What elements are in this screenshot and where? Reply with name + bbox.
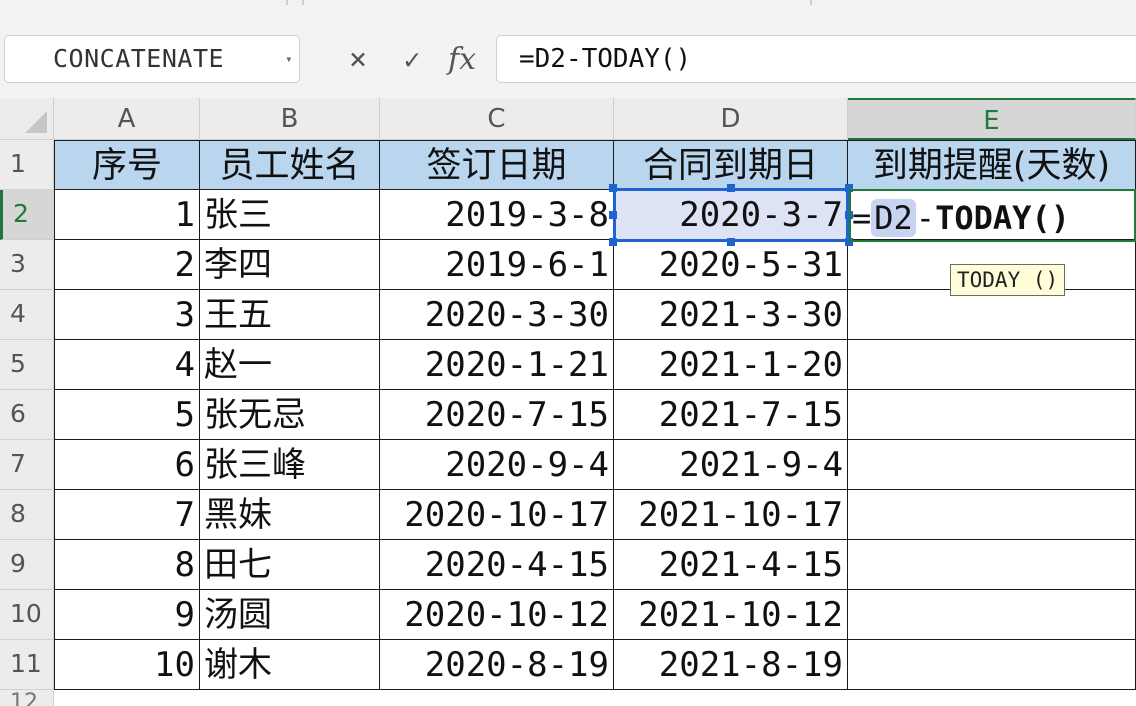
- cell-a8[interactable]: 7: [54, 490, 200, 540]
- header-cell-reminder[interactable]: 到期提醒(天数): [848, 140, 1136, 190]
- cell-d7[interactable]: 2021-9-4: [614, 440, 848, 490]
- reference-handle[interactable]: [609, 184, 617, 192]
- cell-c9[interactable]: 2020-4-15: [380, 540, 614, 590]
- cell-a5[interactable]: 4: [54, 340, 200, 390]
- cell-b9[interactable]: 田七: [200, 540, 380, 590]
- cell-b6[interactable]: 张无忌: [200, 390, 380, 440]
- cell-e8[interactable]: [848, 490, 1136, 540]
- row-header-11[interactable]: 11: [0, 640, 54, 690]
- column-header-e[interactable]: E: [848, 98, 1136, 140]
- cell-edit-formula[interactable]: =D2-TODAY(): [852, 192, 1070, 242]
- cell-d6[interactable]: 2021-7-15: [614, 390, 848, 440]
- cell-e9[interactable]: [848, 540, 1136, 590]
- row-header-4[interactable]: 4: [0, 290, 54, 340]
- cell-d3[interactable]: 2020-5-31: [614, 240, 848, 290]
- ribbon-divider: [810, 0, 812, 5]
- cell-c6[interactable]: 2020-7-15: [380, 390, 614, 440]
- cell-b2[interactable]: 张三: [200, 190, 380, 240]
- cell-e11[interactable]: [848, 640, 1136, 690]
- ribbon-divider: [302, 0, 304, 5]
- formula-function: TODAY(): [935, 199, 1070, 237]
- reference-handle[interactable]: [727, 238, 735, 246]
- row-header-7[interactable]: 7: [0, 440, 54, 490]
- cell-b7[interactable]: 张三峰: [200, 440, 380, 490]
- name-box-value: CONCATENATE: [53, 44, 225, 73]
- caret-down-icon[interactable]: ▾: [285, 36, 293, 82]
- cell-d2[interactable]: 2020-3-7: [614, 190, 848, 240]
- row-header-6[interactable]: 6: [0, 390, 54, 440]
- cell-c10[interactable]: 2020-10-12: [380, 590, 614, 640]
- cell-a6[interactable]: 5: [54, 390, 200, 440]
- select-all-corner[interactable]: [0, 98, 54, 140]
- cell-c2[interactable]: 2019-3-8: [380, 190, 614, 240]
- select-all-icon: [25, 111, 47, 133]
- name-box[interactable]: CONCATENATE ▾: [4, 35, 300, 83]
- cell-a4[interactable]: 3: [54, 290, 200, 340]
- cell-b10[interactable]: 汤圆: [200, 590, 380, 640]
- cell-b5[interactable]: 赵一: [200, 340, 380, 390]
- column-header-b[interactable]: B: [200, 98, 380, 140]
- reference-handle[interactable]: [609, 211, 617, 219]
- cell-e7[interactable]: [848, 440, 1136, 490]
- row-header-12[interactable]: 12: [0, 690, 54, 706]
- column-header-c[interactable]: C: [380, 98, 614, 140]
- cell-c5[interactable]: 2020-1-21: [380, 340, 614, 390]
- cell-e5[interactable]: [848, 340, 1136, 390]
- header-cell-name[interactable]: 员工姓名: [200, 140, 380, 190]
- reference-handle[interactable]: [609, 238, 617, 246]
- header-cell-no[interactable]: 序号: [54, 140, 200, 190]
- formula-reference-d2: D2: [871, 199, 916, 237]
- header-cell-due-date[interactable]: 合同到期日: [614, 140, 848, 190]
- formula-bar: CONCATENATE ▾ × ✓ fx =D2-TODAY(): [0, 12, 1136, 98]
- cell-a10[interactable]: 9: [54, 590, 200, 640]
- reference-handle[interactable]: [845, 184, 853, 192]
- row-header-1[interactable]: 1: [0, 140, 54, 190]
- ribbon-divider: [286, 0, 288, 5]
- header-cell-sign-date[interactable]: 签订日期: [380, 140, 614, 190]
- cell-e6[interactable]: [848, 390, 1136, 440]
- cell-c7[interactable]: 2020-9-4: [380, 440, 614, 490]
- cell-d4[interactable]: 2021-3-30: [614, 290, 848, 340]
- spreadsheet-grid[interactable]: A B C D E 1 2 3 4 5 6 7 8 9 10 11 序号 员工姓…: [0, 98, 1136, 706]
- cell-d11[interactable]: 2021-8-19: [614, 640, 848, 690]
- insert-function-icon[interactable]: fx: [440, 42, 484, 78]
- cell-d10[interactable]: 2021-10-12: [614, 590, 848, 640]
- cell-c11[interactable]: 2020-8-19: [380, 640, 614, 690]
- cell-a7[interactable]: 6: [54, 440, 200, 490]
- cell-a11[interactable]: 10: [54, 640, 200, 690]
- row-header-9[interactable]: 9: [0, 540, 54, 590]
- cell-a9[interactable]: 8: [54, 540, 200, 590]
- column-header-d[interactable]: D: [614, 98, 848, 140]
- formula-input[interactable]: =D2-TODAY(): [496, 35, 1136, 83]
- formula-operator: -: [915, 199, 936, 237]
- function-tooltip[interactable]: TODAY (): [950, 264, 1066, 296]
- enter-icon[interactable]: ✓: [394, 42, 430, 78]
- cell-d9[interactable]: 2021-4-15: [614, 540, 848, 590]
- column-header-a[interactable]: A: [54, 98, 200, 140]
- cell-b3[interactable]: 李四: [200, 240, 380, 290]
- row-header-3[interactable]: 3: [0, 240, 54, 290]
- cell-c8[interactable]: 2020-10-17: [380, 490, 614, 540]
- cell-b11[interactable]: 谢木: [200, 640, 380, 690]
- cell-a3[interactable]: 2: [54, 240, 200, 290]
- cell-a2[interactable]: 1: [54, 190, 200, 240]
- cell-c4[interactable]: 2020-3-30: [380, 290, 614, 340]
- cell-c3[interactable]: 2019-6-1: [380, 240, 614, 290]
- cell-d8[interactable]: 2021-10-17: [614, 490, 848, 540]
- cancel-icon[interactable]: ×: [340, 42, 376, 78]
- cell-e10[interactable]: [848, 590, 1136, 640]
- cell-b8[interactable]: 黑妹: [200, 490, 380, 540]
- formula-equals: =: [852, 199, 872, 237]
- reference-handle[interactable]: [727, 184, 735, 192]
- row-header-2[interactable]: 2: [0, 190, 54, 240]
- cell-e4[interactable]: [848, 290, 1136, 340]
- row-header-5[interactable]: 5: [0, 340, 54, 390]
- row-header-8[interactable]: 8: [0, 490, 54, 540]
- cell-d5[interactable]: 2021-1-20: [614, 340, 848, 390]
- cell-b4[interactable]: 王五: [200, 290, 380, 340]
- row-header-10[interactable]: 10: [0, 590, 54, 640]
- row-12-strip: 12: [0, 690, 1136, 706]
